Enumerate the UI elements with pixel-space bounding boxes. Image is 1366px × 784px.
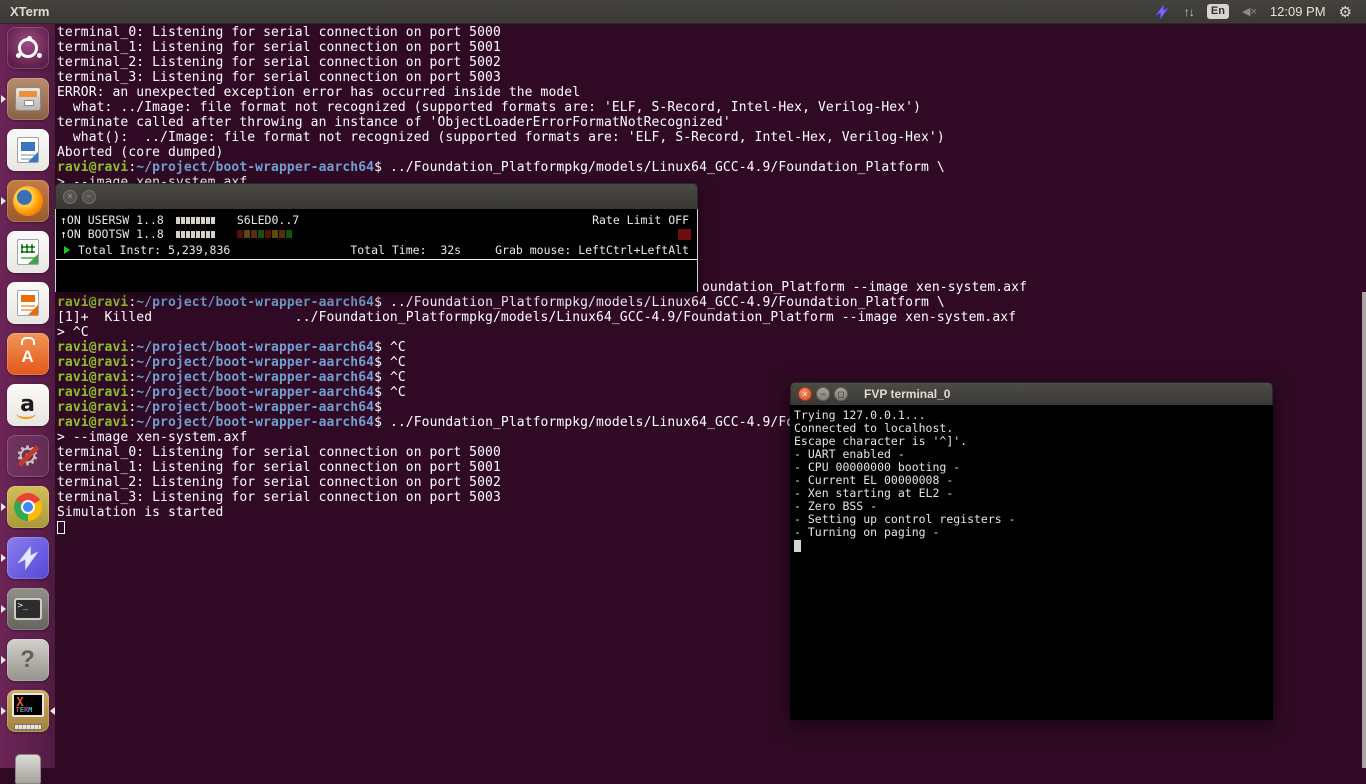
led-label: S6LED0..7 xyxy=(237,213,299,227)
help-icon: ? xyxy=(20,646,35,674)
status-row: Total Instr: 5,239,836 Total Time: 32s G… xyxy=(60,243,691,256)
trash-icon xyxy=(15,754,41,784)
bootsw-label: ↑ON BOOTSW 1..8 xyxy=(60,227,164,241)
maximize-button[interactable]: ◻ xyxy=(834,387,848,401)
focused-indicator xyxy=(50,707,55,715)
launcher-item-impress[interactable] xyxy=(7,282,49,324)
close-button[interactable]: × xyxy=(798,387,812,401)
system-settings-icon: ⚙ xyxy=(7,435,49,477)
fvp-status-content: ↑ON USERSW 1..8 S6LED0..7 Rate Limit OFF… xyxy=(55,209,698,292)
clock[interactable]: 12:09 PM xyxy=(1270,4,1326,19)
ubuntu-logo-icon xyxy=(18,38,38,58)
terminal-line: what(): ../Image: file format not recogn… xyxy=(57,130,1366,145)
keyboard-layout-indicator[interactable]: En xyxy=(1207,4,1229,19)
running-indicator xyxy=(1,605,6,613)
ubuntu-software-icon: A xyxy=(21,341,33,367)
terminal-line: terminal_0: Listening for serial connect… xyxy=(57,25,1366,40)
network-arrows-icon[interactable]: ↑↓ xyxy=(1184,5,1194,19)
close-button[interactable]: × xyxy=(63,190,77,204)
launcher-item-writer[interactable] xyxy=(7,129,49,171)
minimize-button[interactable]: − xyxy=(816,387,830,401)
chrome-icon xyxy=(14,493,42,521)
terminal-line: Aborted (core dumped) xyxy=(57,145,1366,160)
launcher-item-files[interactable] xyxy=(7,78,49,120)
launcher-item-purple-s[interactable] xyxy=(7,537,49,579)
libreoffice-writer-icon xyxy=(17,137,39,163)
running-indicator xyxy=(1,197,6,205)
running-indicator xyxy=(1,656,6,664)
libreoffice-impress-icon xyxy=(17,290,39,316)
rate-limit-label: Rate Limit OFF xyxy=(592,213,691,227)
terminal-line: ravi@ravi:~/project/boot-wrapper-aarch64… xyxy=(57,340,1366,355)
launcher-item-amazon[interactable]: a xyxy=(7,384,49,426)
fvp-terminal-titlebar[interactable]: × − ◻ FVP terminal_0 xyxy=(790,382,1273,405)
rate-limit-led[interactable] xyxy=(678,229,691,240)
terminal-icon: >_ xyxy=(14,598,42,620)
running-indicator xyxy=(1,95,6,103)
status-separator xyxy=(56,259,697,260)
xterm-icon: X TERM xyxy=(7,690,49,732)
terminal-line: terminate called after throwing an insta… xyxy=(57,115,1366,130)
fvp-terminal-content[interactable]: Trying 127.0.0.1...Connected to localhos… xyxy=(790,405,1273,720)
minimize-button[interactable]: − xyxy=(82,190,96,204)
fvp-status-window: × − ↑ON USERSW 1..8 S6LED0..7 Rate Limit… xyxy=(55,183,698,292)
terminal-line: ravi@ravi:~/project/boot-wrapper-aarch64… xyxy=(57,295,1366,310)
file-cabinet-icon xyxy=(15,87,41,111)
launcher-item-help[interactable]: ? xyxy=(7,639,49,681)
launcher-item-calc[interactable] xyxy=(7,231,49,273)
session-gear-icon[interactable]: ⚙ xyxy=(1339,3,1352,21)
launcher-item-ubuntu-dash[interactable] xyxy=(7,27,49,69)
launcher-item-software[interactable]: A xyxy=(7,333,49,375)
bootsw-row: ↑ON BOOTSW 1..8 xyxy=(60,227,691,241)
terminal-line: terminal_3: Listening for serial connect… xyxy=(57,70,1366,85)
amazon-icon: a xyxy=(7,384,49,426)
launcher-item-firefox[interactable] xyxy=(7,180,49,222)
panel-indicators: ↑↓ En ◀× 12:09 PM ⚙ xyxy=(1153,3,1366,21)
launcher-item-trash[interactable] xyxy=(7,741,49,783)
window-title: FVP terminal_0 xyxy=(864,387,950,401)
launcher-item-terminal[interactable]: >_ xyxy=(7,588,49,630)
terminal-cursor xyxy=(57,521,65,534)
terminal-line: [1]+ Killed ../Foundation_Platformpkg/mo… xyxy=(57,310,1366,325)
fvp-terminal-line: - Turning on paging - xyxy=(794,526,1273,539)
running-indicator xyxy=(1,707,6,715)
right-edge-scrollbar[interactable] xyxy=(1362,292,1366,768)
bootsw-switches[interactable] xyxy=(176,231,215,238)
unity-launcher: A a ⚙ >_? X TERM xyxy=(0,24,55,768)
grab-mouse-hint: Grab mouse: LeftCtrl+LeftAlt xyxy=(495,243,691,257)
panel-app-title: XTerm xyxy=(10,4,50,19)
terminal-line: ERROR: an unexpected exception error has… xyxy=(57,85,1366,100)
usersw-switches[interactable] xyxy=(176,217,215,224)
launcher-item-xterm[interactable]: X TERM xyxy=(7,690,49,732)
launcher-item-chrome[interactable] xyxy=(7,486,49,528)
top-panel: XTerm ↑↓ En ◀× 12:09 PM ⚙ xyxy=(0,0,1366,24)
play-icon xyxy=(64,246,70,254)
running-indicator xyxy=(1,554,6,562)
terminal-line: what: ../Image: file format not recogniz… xyxy=(57,100,1366,115)
terminal-line: terminal_2: Listening for serial connect… xyxy=(57,55,1366,70)
terminal-line: > ^C xyxy=(57,325,1366,340)
s-logo-icon xyxy=(13,543,43,573)
launcher-item-settings[interactable]: ⚙ xyxy=(7,435,49,477)
libreoffice-calc-icon xyxy=(17,239,39,265)
firefox-icon xyxy=(13,186,43,216)
s-logo-indicator-icon[interactable] xyxy=(1153,3,1171,21)
fvp-terminal-window[interactable]: × − ◻ FVP terminal_0 Trying 127.0.0.1...… xyxy=(790,382,1273,720)
total-instr: Total Instr: 5,239,836 xyxy=(78,243,230,257)
terminal-line: ravi@ravi:~/project/boot-wrapper-aarch64… xyxy=(57,160,1366,175)
usersw-row: ↑ON USERSW 1..8 S6LED0..7 Rate Limit OFF xyxy=(60,213,691,227)
usersw-label: ↑ON USERSW 1..8 xyxy=(60,213,164,227)
volume-muted-icon[interactable]: ◀× xyxy=(1242,5,1257,18)
fvp-status-titlebar[interactable]: × − xyxy=(55,183,698,209)
terminal-line: ravi@ravi:~/project/boot-wrapper-aarch64… xyxy=(57,355,1366,370)
led-strip xyxy=(237,230,292,238)
terminal-line: terminal_1: Listening for serial connect… xyxy=(57,40,1366,55)
terminal-cursor xyxy=(794,540,801,552)
running-indicator xyxy=(1,503,6,511)
total-time: Total Time: 32s xyxy=(350,243,461,257)
